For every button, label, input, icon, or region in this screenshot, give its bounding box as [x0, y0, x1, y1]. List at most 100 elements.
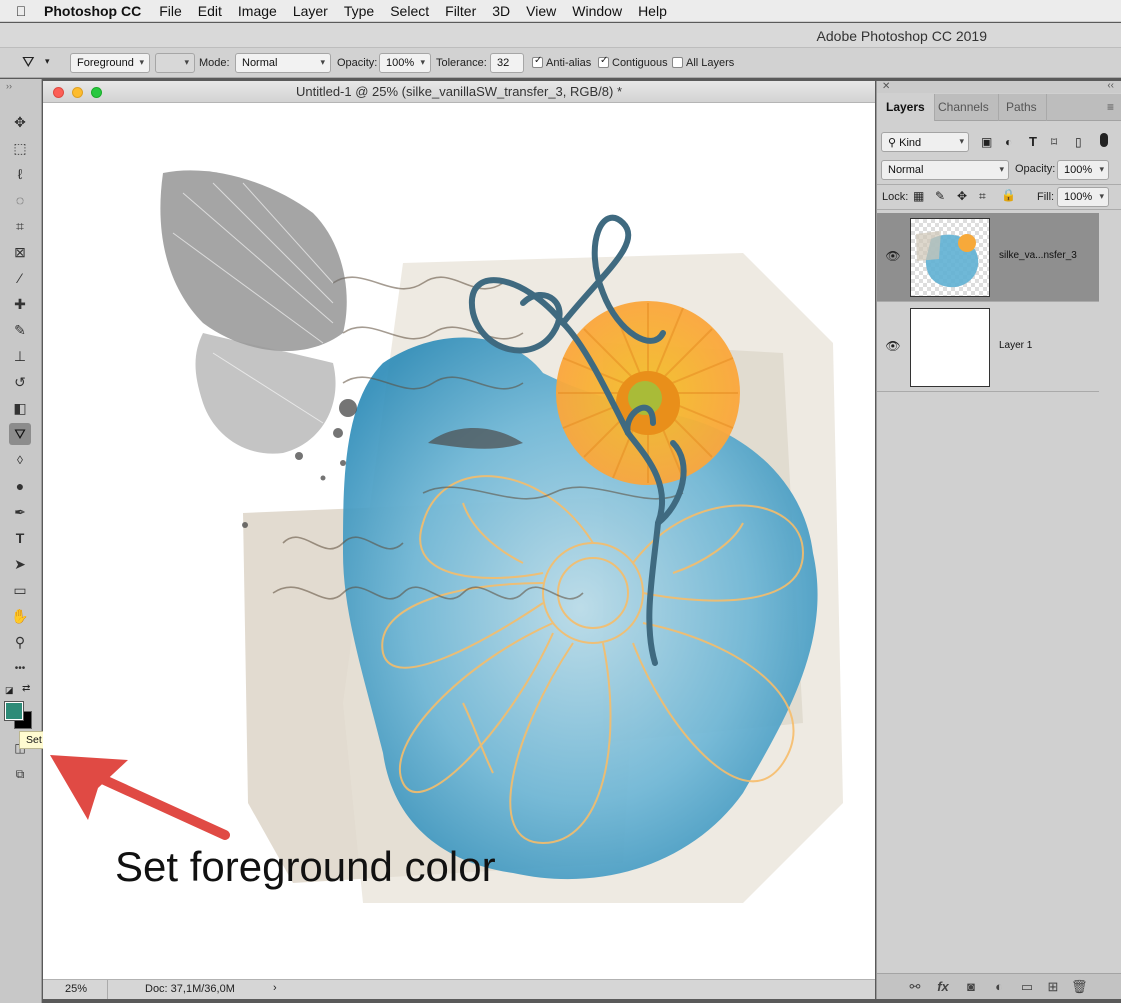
- document-title-bar: Untitled-1 @ 25% (silke_vanillaSW_transf…: [43, 81, 875, 103]
- frame-tool-icon[interactable]: ⊠: [9, 241, 31, 263]
- menu-app-name[interactable]: Photoshop CC: [42, 3, 151, 19]
- tab-paths[interactable]: Paths: [997, 94, 1047, 121]
- fill-field[interactable]: 100% ▾: [1057, 187, 1109, 207]
- lock-transparent-icon[interactable]: ▦: [913, 189, 924, 203]
- swap-colors-icon[interactable]: ⇄: [22, 683, 30, 694]
- lock-label: Lock:: [882, 191, 909, 203]
- pen-tool-icon[interactable]: ✒: [9, 501, 31, 523]
- menu-view[interactable]: View: [518, 3, 564, 19]
- brush-tool-icon[interactable]: ✎: [9, 319, 31, 341]
- apple-menu-icon[interactable]: : [0, 3, 42, 19]
- paint-bucket-tool-icon[interactable]: ⛛: [9, 423, 31, 445]
- visibility-eye-icon[interactable]: 👁: [885, 249, 901, 265]
- chevron-down-icon: ▾: [999, 164, 1004, 174]
- lasso-tool-icon[interactable]: ℓ: [9, 163, 31, 185]
- tolerance-label: Tolerance:: [436, 57, 487, 69]
- lock-image-icon[interactable]: ✎: [935, 189, 945, 203]
- menu-help[interactable]: Help: [630, 3, 675, 19]
- chevron-down-icon: ▾: [420, 57, 425, 67]
- marquee-tool-icon[interactable]: ⬚: [9, 137, 31, 159]
- healing-brush-tool-icon[interactable]: ✚: [9, 293, 31, 315]
- filter-pixel-icon[interactable]: ▣: [981, 135, 992, 149]
- tolerance-field[interactable]: 32: [490, 53, 524, 73]
- eraser-tool-icon[interactable]: ◧: [9, 397, 31, 419]
- tab-layers[interactable]: Layers: [877, 94, 935, 121]
- menu-layer[interactable]: Layer: [285, 3, 336, 19]
- link-layers-icon[interactable]: ⚯: [907, 979, 923, 995]
- delete-layer-icon[interactable]: 🗑: [1071, 979, 1088, 995]
- menu-3d[interactable]: 3D: [484, 3, 518, 19]
- layer-name[interactable]: silke_va...nsfer_3: [999, 250, 1077, 261]
- filter-toggle-switch[interactable]: [1100, 133, 1108, 147]
- close-window-button[interactable]: [53, 87, 64, 98]
- lock-all-icon[interactable]: 🔒: [1001, 188, 1016, 202]
- preset-chevron-icon[interactable]: ▾: [45, 56, 50, 67]
- filter-smart-object-icon[interactable]: ▯: [1075, 135, 1082, 149]
- layer-style-icon[interactable]: fx: [935, 979, 951, 995]
- layer-row-layer-1[interactable]: 👁 Layer 1: [877, 303, 1099, 392]
- mode-select[interactable]: Normal ▾: [235, 53, 331, 73]
- zoom-level[interactable]: 25%: [65, 983, 87, 995]
- tolerance-value: 32: [497, 57, 510, 69]
- filter-shape-icon[interactable]: ⌑: [1051, 135, 1057, 149]
- lock-position-icon[interactable]: ✥: [957, 189, 967, 203]
- clone-stamp-tool-icon[interactable]: ⊥: [9, 345, 31, 367]
- foreground-color-swatch[interactable]: [4, 701, 24, 721]
- menu-filter[interactable]: Filter: [437, 3, 484, 19]
- add-mask-icon[interactable]: ◙: [963, 979, 979, 995]
- layer-name[interactable]: Layer 1: [999, 340, 1032, 351]
- adjustment-layer-icon[interactable]: ◐: [991, 979, 1007, 995]
- lock-artboard-icon[interactable]: ⌗: [979, 189, 986, 204]
- pattern-picker[interactable]: ▾: [155, 53, 195, 73]
- fill-source-select[interactable]: Foreground ▾: [70, 53, 150, 73]
- minimize-window-button[interactable]: [72, 87, 83, 98]
- opacity-field[interactable]: 100% ▾: [379, 53, 431, 73]
- contiguous-checkbox[interactable]: [598, 55, 609, 68]
- anti-alias-checkbox[interactable]: [532, 55, 543, 68]
- collapse-toolbar-icon[interactable]: ››: [6, 81, 12, 91]
- visibility-eye-icon[interactable]: 👁: [885, 339, 901, 355]
- default-colors-icon[interactable]: ◪: [5, 685, 14, 696]
- rectangle-tool-icon[interactable]: ▭: [9, 579, 31, 601]
- type-tool-icon[interactable]: T: [9, 527, 31, 549]
- panel-tabs: Layers Channels Paths ≡: [877, 94, 1121, 121]
- options-bar: ⛛ ▾ Foreground ▾ ▾ Mode: Normal ▾ Opacit…: [0, 48, 1121, 78]
- move-tool-icon[interactable]: ✥: [9, 111, 31, 133]
- hand-tool-icon[interactable]: ✋: [9, 605, 31, 627]
- blend-mode-select[interactable]: Normal ▾: [881, 160, 1009, 180]
- fill-value: 100%: [1064, 191, 1093, 203]
- menu-select[interactable]: Select: [382, 3, 437, 19]
- menu-edit[interactable]: Edit: [190, 3, 230, 19]
- quick-selection-tool-icon[interactable]: ◌: [9, 189, 31, 211]
- new-group-icon[interactable]: ▭: [1019, 979, 1035, 995]
- layer-filter-select[interactable]: ⚲ Kind ▾: [881, 132, 969, 152]
- tab-channels[interactable]: Channels: [929, 94, 999, 121]
- annotation-arrow: [50, 755, 230, 840]
- dodge-tool-icon[interactable]: ●: [9, 475, 31, 497]
- menu-window[interactable]: Window: [564, 3, 630, 19]
- layer-row-silke-transfer[interactable]: 👁 silke_va...nsfer_3: [877, 213, 1099, 302]
- panel-menu-icon[interactable]: ≡: [1107, 100, 1114, 114]
- zoom-tool-icon[interactable]: ⚲: [9, 631, 31, 653]
- menu-file[interactable]: File: [151, 3, 190, 19]
- collapse-panel-icon[interactable]: ‹‹: [1107, 80, 1114, 91]
- all-layers-checkbox[interactable]: [672, 57, 683, 68]
- close-panel-icon[interactable]: ✕: [882, 81, 890, 92]
- layer-opacity-field[interactable]: 100% ▾: [1057, 160, 1109, 180]
- blur-tool-icon[interactable]: ◊: [9, 449, 31, 471]
- path-selection-tool-icon[interactable]: ➤: [9, 553, 31, 575]
- status-menu-chevron-icon[interactable]: ›: [273, 982, 277, 994]
- eyedropper-tool-icon[interactable]: ⁄: [9, 267, 31, 289]
- menu-type[interactable]: Type: [336, 3, 382, 19]
- chevron-down-icon: ▾: [1099, 191, 1104, 201]
- new-layer-icon[interactable]: ⊞: [1045, 979, 1061, 995]
- paint-bucket-preset-icon[interactable]: ⛛: [22, 54, 35, 71]
- crop-tool-icon[interactable]: ⌗: [9, 215, 31, 237]
- screen-mode-icon[interactable]: ⧉: [9, 763, 31, 785]
- more-tools-icon[interactable]: •••: [9, 657, 31, 679]
- zoom-window-button[interactable]: [91, 87, 102, 98]
- menu-image[interactable]: Image: [230, 3, 285, 19]
- filter-type-icon[interactable]: T: [1029, 134, 1037, 149]
- filter-adjustment-icon[interactable]: ◐: [1005, 135, 1012, 149]
- history-brush-tool-icon[interactable]: ↺: [9, 371, 31, 393]
